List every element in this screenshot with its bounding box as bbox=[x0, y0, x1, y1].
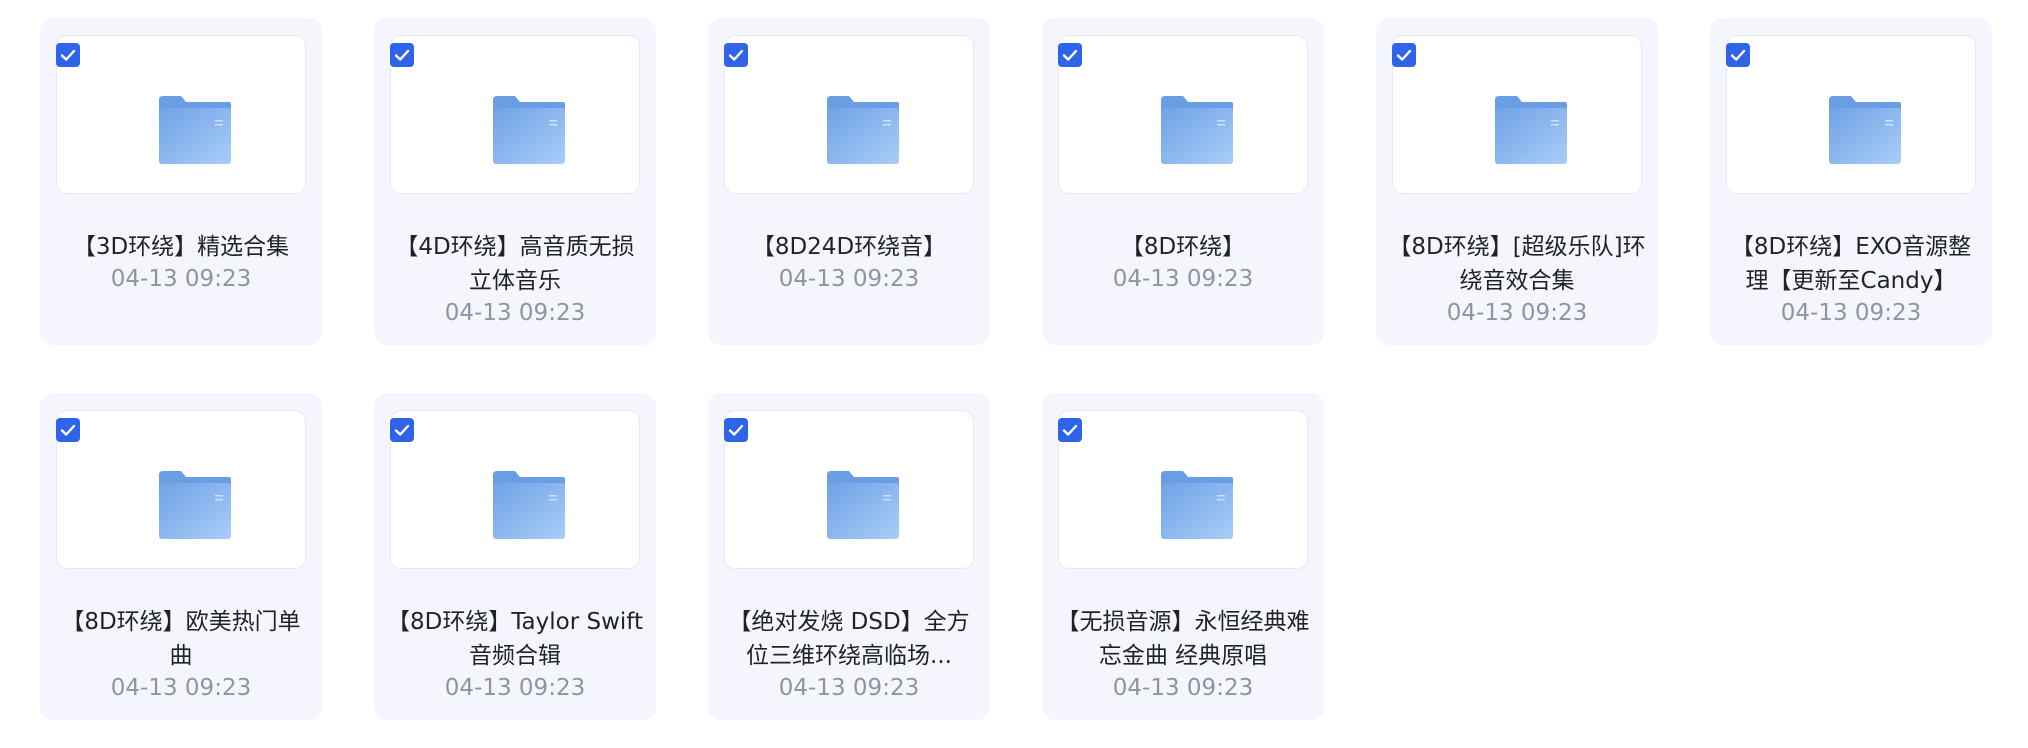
checkbox-checked-icon[interactable] bbox=[1058, 43, 1082, 67]
folder-name[interactable]: 【8D环绕】[超级乐队]环绕音效合集 bbox=[1386, 230, 1648, 298]
folder-icon bbox=[1829, 96, 1901, 168]
checkbox-checked-icon[interactable] bbox=[390, 418, 414, 442]
folder-date: 04-13 09:23 bbox=[110, 266, 252, 292]
folder-thumbnail[interactable] bbox=[1058, 410, 1308, 569]
folder-date: 04-13 09:23 bbox=[1780, 300, 1922, 326]
folder-icon bbox=[1495, 96, 1567, 168]
folder-icon bbox=[1161, 96, 1233, 168]
folder-card[interactable]: 【3D环绕】精选合集 04-13 09:23 bbox=[40, 18, 322, 345]
folder-icon bbox=[827, 471, 899, 543]
folder-thumbnail[interactable] bbox=[724, 35, 974, 194]
folder-icon bbox=[827, 96, 899, 168]
folder-card[interactable]: 【8D环绕】欧美热门单曲 04-13 09:23 bbox=[40, 393, 322, 720]
checkbox-checked-icon[interactable] bbox=[724, 418, 748, 442]
folder-card[interactable]: 【8D环绕】EXO音源整理【更新至Candy】 04-13 09:23 bbox=[1710, 18, 1992, 345]
folder-date: 04-13 09:23 bbox=[778, 266, 920, 292]
checkbox-checked-icon[interactable] bbox=[1392, 43, 1416, 67]
checkbox-checked-icon[interactable] bbox=[724, 43, 748, 67]
folder-thumbnail[interactable] bbox=[56, 410, 306, 569]
folder-icon bbox=[159, 471, 231, 543]
folder-name[interactable]: 【8D环绕】欧美热门单曲 bbox=[50, 605, 312, 673]
folder-card[interactable]: 【8D环绕】 04-13 09:23 bbox=[1042, 18, 1324, 345]
folder-name[interactable]: 【8D环绕】Taylor Swift 音频合辑 bbox=[384, 605, 646, 673]
folder-date: 04-13 09:23 bbox=[110, 675, 252, 701]
folder-date: 04-13 09:23 bbox=[1112, 266, 1254, 292]
folder-date: 04-13 09:23 bbox=[444, 300, 586, 326]
folder-card[interactable]: 【8D环绕】[超级乐队]环绕音效合集 04-13 09:23 bbox=[1376, 18, 1658, 345]
folder-date: 04-13 09:23 bbox=[1446, 300, 1588, 326]
folder-card[interactable]: 【8D24D环绕音】 04-13 09:23 bbox=[708, 18, 990, 345]
folder-name[interactable]: 【无损音源】永恒经典难忘金曲 经典原唱 bbox=[1052, 605, 1314, 673]
folder-icon bbox=[493, 96, 565, 168]
folder-thumbnail[interactable] bbox=[1392, 35, 1642, 194]
folder-date: 04-13 09:23 bbox=[1112, 675, 1254, 701]
folder-name[interactable]: 【8D环绕】 bbox=[1052, 230, 1314, 264]
folder-thumbnail[interactable] bbox=[56, 35, 306, 194]
folder-name[interactable]: 【3D环绕】精选合集 bbox=[50, 230, 312, 264]
folder-thumbnail[interactable] bbox=[390, 35, 640, 194]
checkbox-checked-icon[interactable] bbox=[390, 43, 414, 67]
folder-card[interactable]: 【绝对发烧 DSD】全方位三维环绕高临场... 04-13 09:23 bbox=[708, 393, 990, 720]
checkbox-checked-icon[interactable] bbox=[1726, 43, 1750, 67]
folder-thumbnail[interactable] bbox=[390, 410, 640, 569]
folder-thumbnail[interactable] bbox=[1058, 35, 1308, 194]
checkbox-checked-icon[interactable] bbox=[56, 418, 80, 442]
folder-name[interactable]: 【绝对发烧 DSD】全方位三维环绕高临场... bbox=[718, 605, 980, 673]
folder-icon bbox=[159, 96, 231, 168]
folder-card[interactable]: 【无损音源】永恒经典难忘金曲 经典原唱 04-13 09:23 bbox=[1042, 393, 1324, 720]
folder-thumbnail[interactable] bbox=[1726, 35, 1976, 194]
folder-card[interactable]: 【8D环绕】Taylor Swift 音频合辑 04-13 09:23 bbox=[374, 393, 656, 720]
folder-name[interactable]: 【8D环绕】EXO音源整理【更新至Candy】 bbox=[1720, 230, 1982, 298]
folder-icon bbox=[1161, 471, 1233, 543]
folder-name[interactable]: 【4D环绕】高音质无损立体音乐 bbox=[384, 230, 646, 298]
checkbox-checked-icon[interactable] bbox=[1058, 418, 1082, 442]
folder-date: 04-13 09:23 bbox=[444, 675, 586, 701]
checkbox-checked-icon[interactable] bbox=[56, 43, 80, 67]
folder-thumbnail[interactable] bbox=[724, 410, 974, 569]
folder-name[interactable]: 【8D24D环绕音】 bbox=[718, 230, 980, 264]
folder-date: 04-13 09:23 bbox=[778, 675, 920, 701]
file-grid: 【3D环绕】精选合集 04-13 09:23 【4D环绕】高音质无损立体音乐 0… bbox=[40, 18, 1992, 720]
folder-icon bbox=[493, 471, 565, 543]
folder-card[interactable]: 【4D环绕】高音质无损立体音乐 04-13 09:23 bbox=[374, 18, 656, 345]
